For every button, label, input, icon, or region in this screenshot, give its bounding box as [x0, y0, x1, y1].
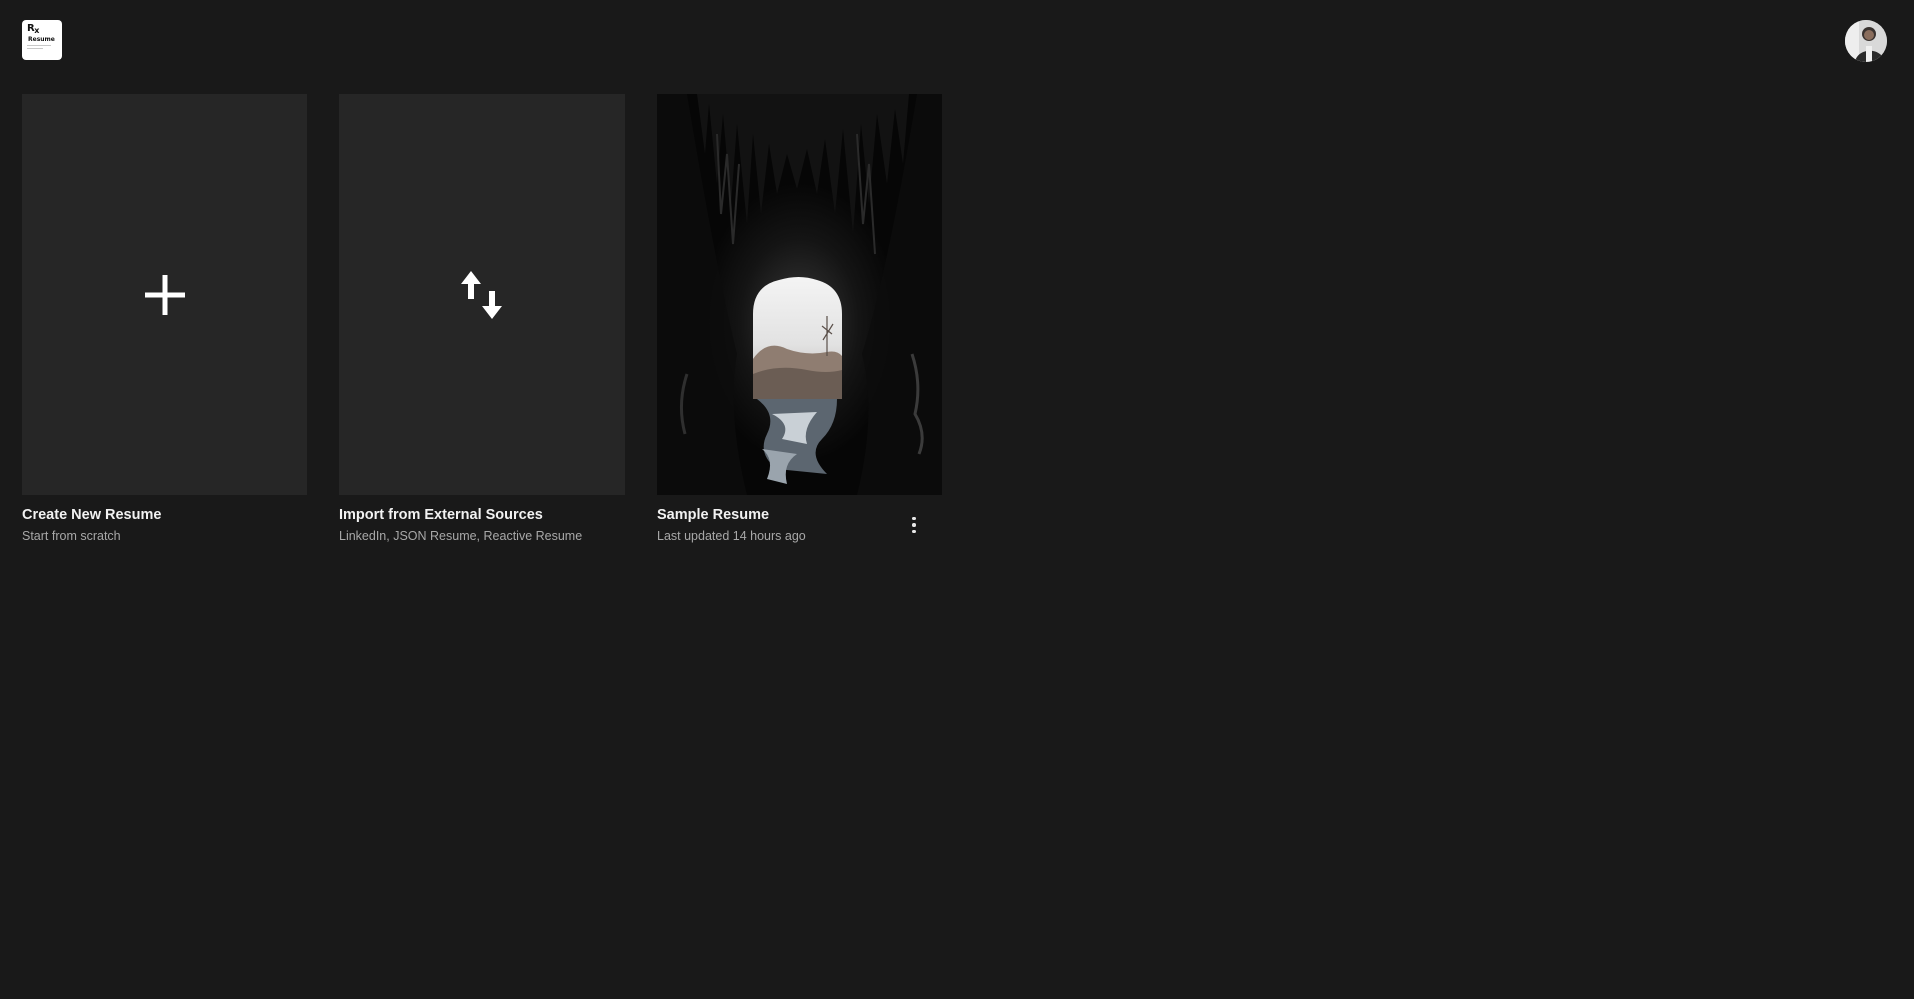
- user-avatar[interactable]: [1845, 20, 1887, 62]
- card-title: Create New Resume: [22, 507, 162, 523]
- arrows-up-down-icon: [461, 270, 502, 319]
- sample-resume-card[interactable]: Sample Resume Last updated 14 hours ago: [657, 94, 942, 544]
- card-title: Import from External Sources: [339, 507, 543, 523]
- import-resume-card[interactable]: Import from External Sources LinkedIn, J…: [339, 94, 625, 544]
- create-resume-card[interactable]: Create New Resume Start from scratch: [22, 94, 307, 544]
- import-resume-tile[interactable]: [339, 94, 625, 495]
- card-subtitle: LinkedIn, JSON Resume, Reactive Resume: [339, 529, 583, 543]
- plus-icon: [144, 274, 185, 315]
- create-resume-tile[interactable]: [22, 94, 307, 495]
- resume-thumbnail[interactable]: [657, 94, 942, 495]
- more-vertical-icon: [912, 516, 916, 521]
- logo-wordmark: Resume: [28, 36, 55, 43]
- card-subtitle: Last updated 14 hours ago: [657, 529, 806, 543]
- more-options-button[interactable]: [904, 512, 924, 538]
- logo-rule: [27, 48, 43, 49]
- avatar-icon: [1845, 20, 1887, 62]
- more-vertical-icon-dot: [912, 523, 916, 527]
- logo-monogram: Rx: [27, 23, 39, 36]
- card-subtitle: Start from scratch: [22, 529, 121, 543]
- card-title: Sample Resume: [657, 507, 770, 523]
- cave-tunnel-image: [657, 94, 942, 495]
- app-logo[interactable]: Rx Resume: [22, 20, 62, 60]
- logo-rule: [27, 45, 51, 46]
- more-vertical-icon-dot: [912, 529, 916, 534]
